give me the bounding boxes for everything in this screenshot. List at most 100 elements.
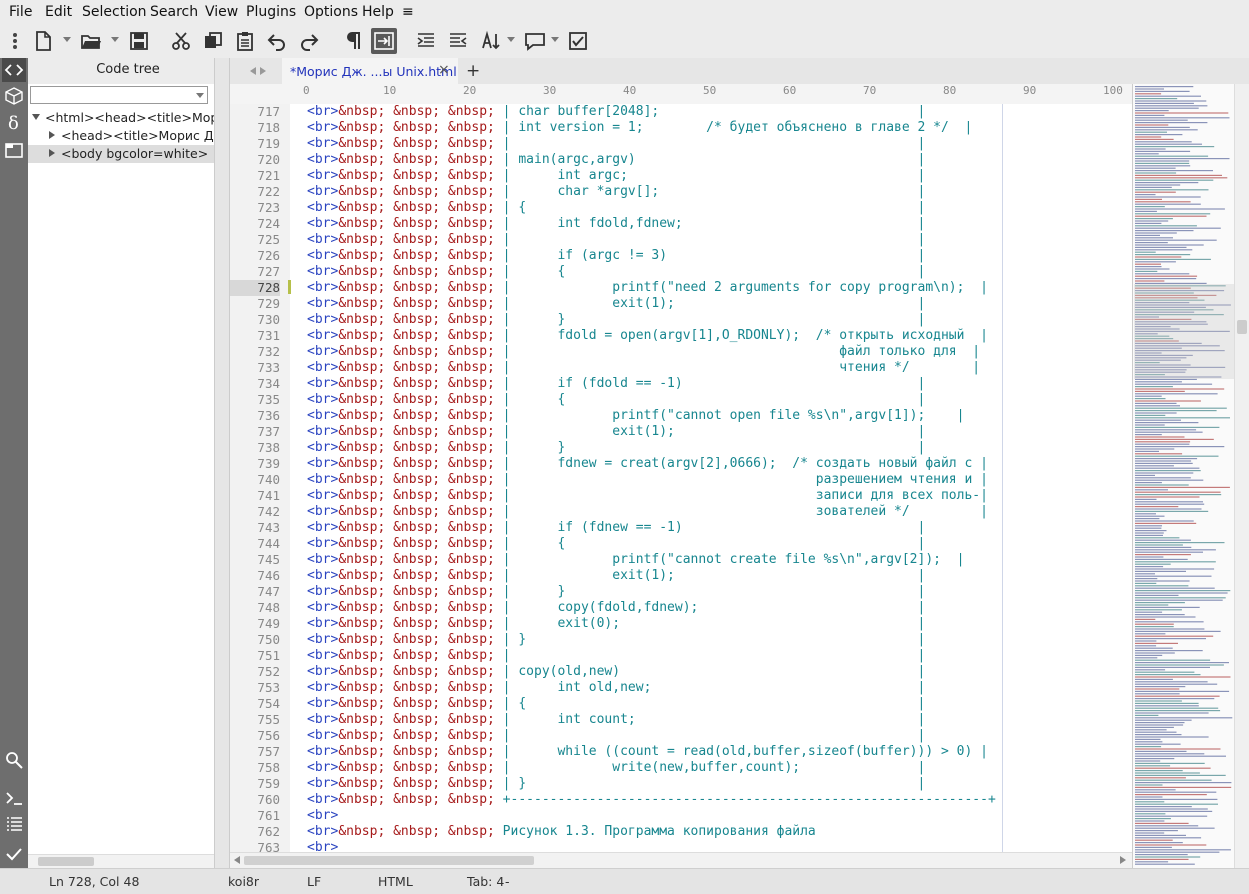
code-line[interactable]: <br>&nbsp; &nbsp; &nbsp; | } | <box>307 584 925 600</box>
code-line[interactable]: <br>&nbsp; &nbsp; &nbsp; | записи для вс… <box>307 488 988 504</box>
code-line[interactable]: <br>&nbsp; &nbsp; &nbsp; | int version =… <box>307 120 972 136</box>
code-line[interactable]: <br>&nbsp; &nbsp; &nbsp; | { | <box>307 200 925 216</box>
open-dropdown-icon[interactable] <box>111 37 119 42</box>
code-line[interactable]: <br>&nbsp; &nbsp; &nbsp; | printf("canno… <box>307 408 964 424</box>
code-line[interactable]: <br>&nbsp; &nbsp; &nbsp; | { | <box>307 392 925 408</box>
comment-dropdown-icon[interactable] <box>551 37 559 42</box>
code-line[interactable]: <br>&nbsp; &nbsp; &nbsp; | exit(0); | <box>307 616 925 632</box>
new-file-dropdown-icon[interactable] <box>63 37 71 42</box>
tab-scroll-left-icon[interactable] <box>250 67 256 75</box>
encoding-status[interactable]: koi8r <box>228 874 259 889</box>
menu-edit[interactable]: Edit <box>45 4 72 20</box>
tabs-panel-icon[interactable] <box>2 138 26 162</box>
hamburger-menu-icon[interactable]: ≡ <box>402 4 414 20</box>
code-line[interactable]: <br>&nbsp; &nbsp; &nbsp; | copy(fdold,fd… <box>307 600 925 616</box>
code-line[interactable]: <br>&nbsp; &nbsp; &nbsp; | printf("canno… <box>307 552 964 568</box>
save-icon[interactable] <box>126 28 152 54</box>
cursor-position[interactable]: Ln 728, Col 48 <box>49 874 139 889</box>
code-line[interactable]: <br>&nbsp; &nbsp; &nbsp; | main(argc,arg… <box>307 152 925 168</box>
code-line[interactable]: <br>&nbsp; &nbsp; &nbsp; | char buffer[2… <box>307 104 925 120</box>
code-line[interactable]: <br>&nbsp; &nbsp; &nbsp; | } | <box>307 776 925 792</box>
code-line[interactable]: <br>&nbsp; &nbsp; &nbsp; | } | <box>307 312 925 328</box>
menu-selection[interactable]: Selection <box>82 4 147 20</box>
scroll-thumb[interactable] <box>38 857 94 866</box>
lexer-status[interactable]: HTML <box>378 874 413 889</box>
editor-horizontal-scrollbar[interactable] <box>230 852 1132 869</box>
validation-check-icon[interactable] <box>2 842 26 866</box>
unindent-icon[interactable] <box>445 28 471 54</box>
code-line[interactable]: <br>&nbsp; &nbsp; &nbsp; | if (argc != 3… <box>307 248 925 264</box>
scroll-thumb[interactable] <box>244 856 534 865</box>
code-line[interactable]: <br>&nbsp; &nbsp; &nbsp; | printf("need … <box>307 280 988 296</box>
code-line[interactable]: <br>&nbsp; &nbsp; &nbsp; | exit(1); | <box>307 296 925 312</box>
tab-scroll-right-icon[interactable] <box>260 67 266 75</box>
menu-view[interactable]: View <box>205 4 238 20</box>
code-line[interactable]: <br>&nbsp; &nbsp; &nbsp; | разрешением ч… <box>307 472 988 488</box>
code-line[interactable]: <br>&nbsp; &nbsp; &nbsp; | if (fdnew == … <box>307 520 925 536</box>
code-line[interactable]: <br>&nbsp; &nbsp; &nbsp; | exit(1); | <box>307 568 925 584</box>
code-line[interactable]: <br>&nbsp; &nbsp; &nbsp; | } | <box>307 440 925 456</box>
cut-icon[interactable] <box>168 28 194 54</box>
checkmark-box-icon[interactable] <box>565 28 591 54</box>
console-icon[interactable] <box>2 786 26 810</box>
expand-arrow-icon[interactable] <box>49 149 55 157</box>
scroll-right-arrow-icon[interactable] <box>1120 856 1126 864</box>
code-editor[interactable]: 717 718 719 720 721 722 723 724 725 726 727 728 729 7… <box>230 104 1132 852</box>
panel-splitter[interactable] <box>214 58 230 870</box>
code-line[interactable]: <br>&nbsp; &nbsp; &nbsp; | copy(old,new)… <box>307 664 925 680</box>
menu-file[interactable]: File <box>9 4 32 20</box>
code-line[interactable]: <br>&nbsp; &nbsp; &nbsp; | файл только д… <box>307 344 980 360</box>
tree-filter-input[interactable] <box>30 86 208 104</box>
word-wrap-icon[interactable] <box>371 28 397 54</box>
tab-active-file[interactable]: *Морис Дж. ...ы Unix.html × <box>282 58 458 84</box>
code-line[interactable]: <br>&nbsp; &nbsp; &nbsp; | exit(1); | <box>307 424 925 440</box>
code-line[interactable]: <br>&nbsp; &nbsp; &nbsp; | write(new,buf… <box>307 760 925 776</box>
code-line[interactable]: <br>&nbsp; &nbsp; &nbsp; | } | <box>307 632 925 648</box>
code-line[interactable]: <br>&nbsp; &nbsp; &nbsp; | | <box>307 136 925 152</box>
editor-vertical-scrollbar[interactable] <box>1234 84 1249 868</box>
tab-mode-status[interactable]: - <box>505 874 510 889</box>
sort-dropdown-icon[interactable] <box>507 37 515 42</box>
menu-help[interactable]: Help <box>362 4 394 20</box>
code-line[interactable]: <br> <box>307 808 338 824</box>
code-line[interactable]: <br>&nbsp; &nbsp; &nbsp; | int argc; | <box>307 168 925 184</box>
menu-plugins[interactable]: Plugins <box>246 4 296 20</box>
code-line[interactable]: <br>&nbsp; &nbsp; &nbsp; +--------------… <box>307 792 996 808</box>
collapse-arrow-icon[interactable] <box>32 114 40 120</box>
paste-icon[interactable] <box>232 28 258 54</box>
expand-arrow-icon[interactable] <box>49 131 55 139</box>
code-line[interactable]: <br>&nbsp; &nbsp; &nbsp; | { | <box>307 696 925 712</box>
code-line[interactable]: <br>&nbsp; &nbsp; &nbsp; | while ((count… <box>307 744 988 760</box>
code-line[interactable]: <br> <box>307 840 338 852</box>
line-ending-status[interactable]: LF <box>307 874 321 889</box>
tree-node-html[interactable]: <html><head><title>Морис Дж. Бах <box>28 109 214 127</box>
project-cube-icon[interactable] <box>2 84 26 108</box>
code-tree-icon[interactable] <box>2 58 26 82</box>
code-line[interactable]: <br>&nbsp; &nbsp; &nbsp; | if (fdold == … <box>307 376 925 392</box>
panel-horizontal-scrollbar[interactable] <box>28 854 214 869</box>
menu-options[interactable]: Options <box>304 4 358 20</box>
list-icon[interactable] <box>2 812 26 836</box>
close-tab-icon[interactable]: × <box>438 62 450 78</box>
code-line[interactable]: <br>&nbsp; &nbsp; &nbsp; | { | <box>307 536 925 552</box>
menu-search[interactable]: Search <box>150 4 198 20</box>
code-line[interactable]: <br>&nbsp; &nbsp; &nbsp; | | <box>307 648 925 664</box>
code-line[interactable]: <br>&nbsp; &nbsp; &nbsp; | чтения */ | <box>307 360 980 376</box>
code-line[interactable]: <br>&nbsp; &nbsp; &nbsp; | fdold = open(… <box>307 328 988 344</box>
scroll-left-arrow-icon[interactable] <box>234 856 240 864</box>
code-line[interactable]: <br>&nbsp; &nbsp; &nbsp; | char *argv[];… <box>307 184 925 200</box>
undo-icon[interactable] <box>264 28 290 54</box>
scroll-thumb[interactable] <box>1237 320 1247 334</box>
code-line[interactable]: <br>&nbsp; &nbsp; &nbsp; | зователей */ … <box>307 504 988 520</box>
filter-dropdown-icon[interactable] <box>196 93 204 98</box>
sort-icon[interactable] <box>478 28 504 54</box>
code-line[interactable]: <br>&nbsp; &nbsp; &nbsp; | int old,new; … <box>307 680 925 696</box>
new-file-icon[interactable] <box>30 28 56 54</box>
code-line[interactable]: <br>&nbsp; &nbsp; &nbsp; | | <box>307 728 925 744</box>
indent-icon[interactable] <box>413 28 439 54</box>
code-line[interactable]: <br>&nbsp; &nbsp; &nbsp; | { | <box>307 264 925 280</box>
open-folder-icon[interactable] <box>78 28 104 54</box>
pilcrow-icon[interactable] <box>341 28 367 54</box>
redo-icon[interactable] <box>296 28 322 54</box>
tree-node-head[interactable]: <head><title>Морис Дж. Бах <box>28 127 214 145</box>
